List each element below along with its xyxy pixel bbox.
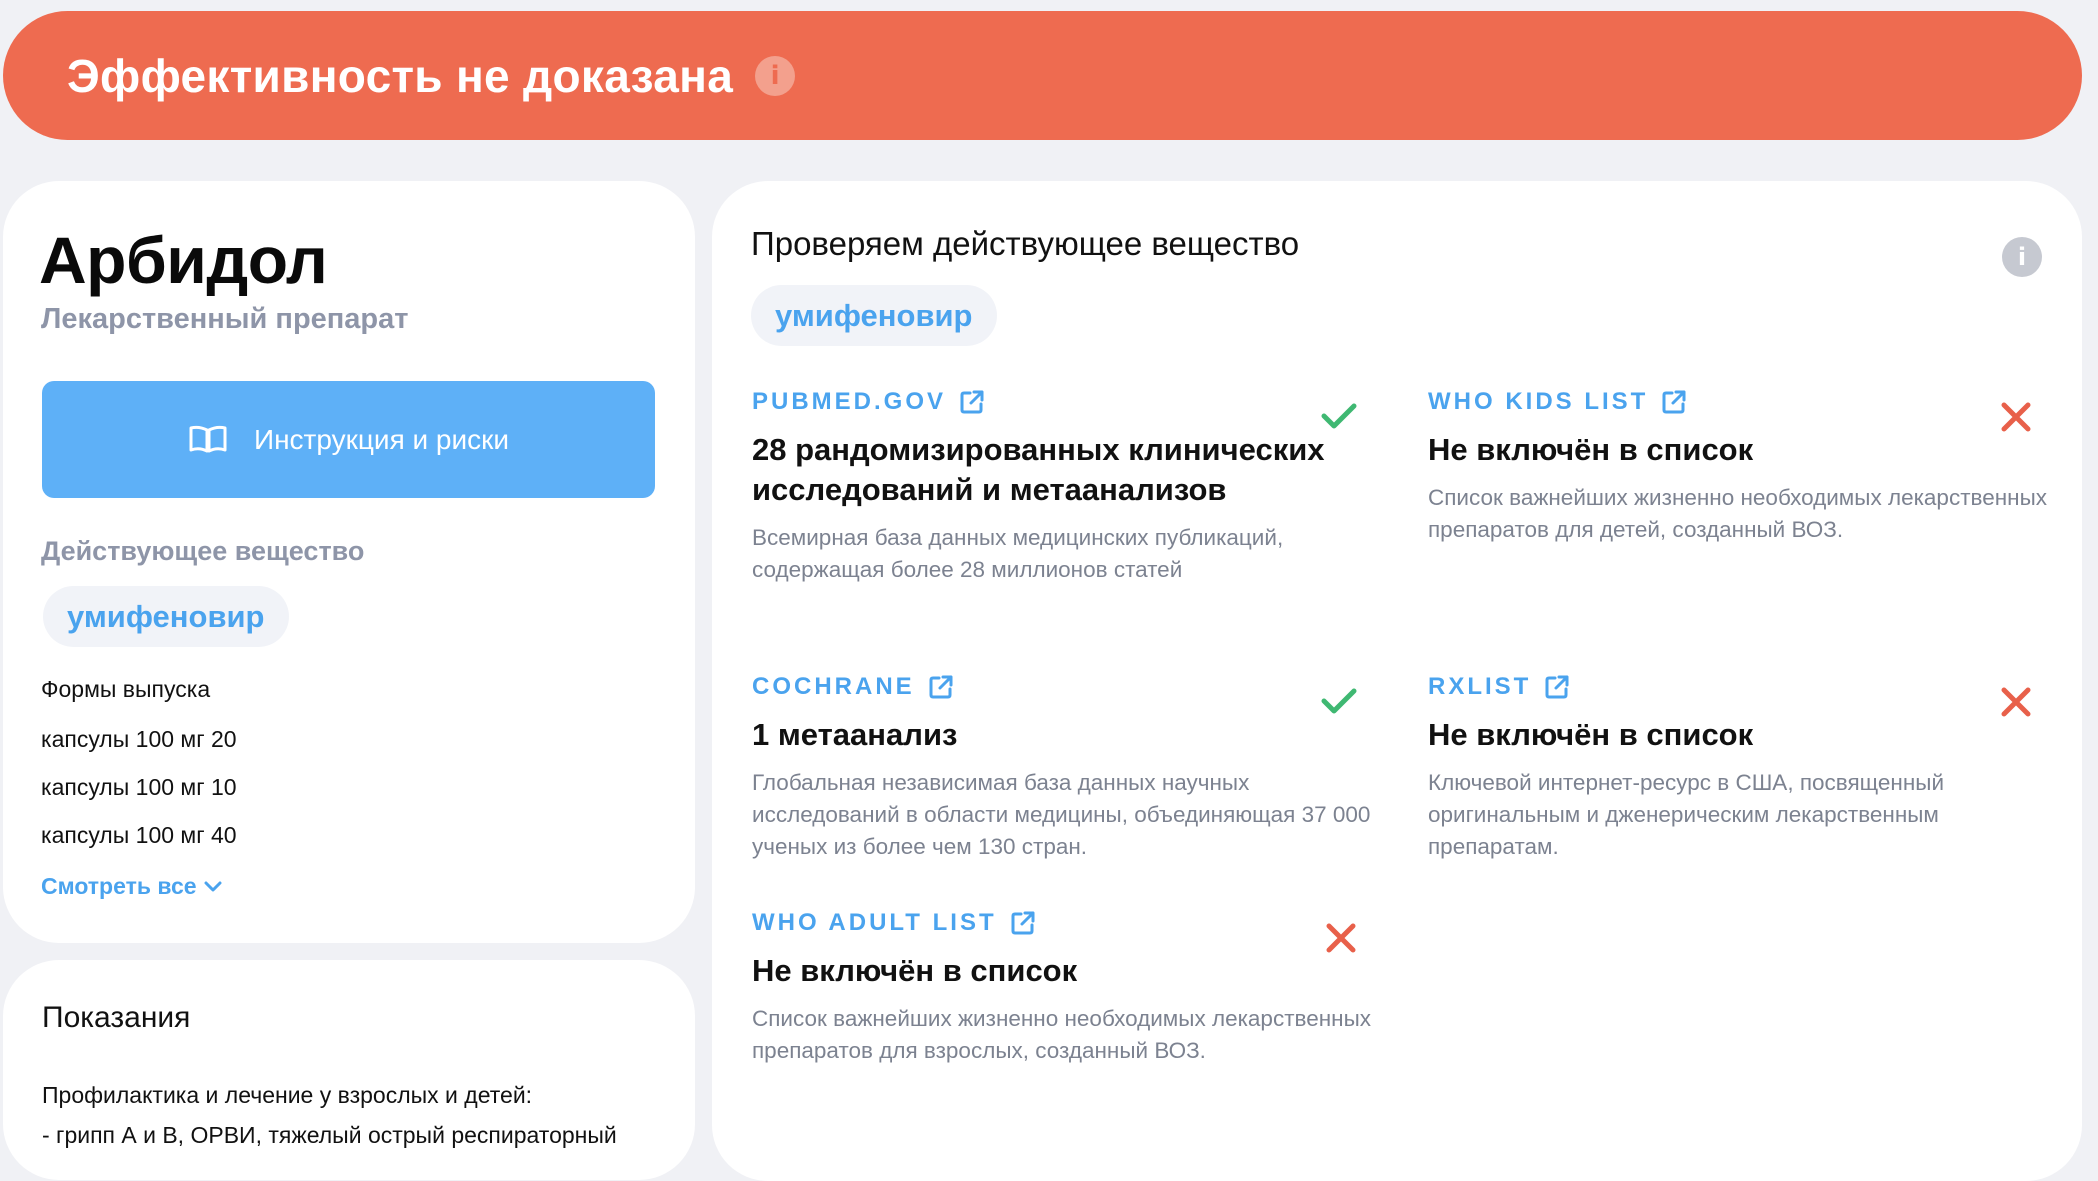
- source-headline: Не включён в список: [1428, 432, 1754, 467]
- instructions-button-label: Инструкция и риски: [253, 423, 510, 455]
- substance-label: Действующее вещество: [41, 536, 365, 566]
- checkmark-icon: [1321, 688, 1357, 714]
- external-link-icon: [1011, 911, 1035, 935]
- book-icon: [189, 425, 227, 452]
- source-description: Список важнейших жизненно необходимых ле…: [752, 1006, 1371, 1063]
- form-item: капсулы 100 мг 10: [41, 774, 237, 800]
- check-title: Проверяем действующее вещество: [751, 225, 1300, 262]
- cross-icon: [1326, 923, 1356, 953]
- source-name: COCHRANE: [752, 673, 915, 700]
- chevron-down-icon: [204, 881, 222, 891]
- source-link[interactable]: WHO KIDS LIST: [1428, 388, 2048, 416]
- source-description: Список важнейших жизненно необходимых ле…: [1428, 485, 2047, 542]
- source-headline: 28 рандомизированных клинических исследо…: [752, 432, 1325, 507]
- info-icon[interactable]: i: [2002, 237, 2042, 277]
- source-who-kids: WHO KIDS LIST Не включён в список Список…: [1428, 388, 2048, 546]
- instructions-button[interactable]: Инструкция и риски: [42, 381, 655, 498]
- source-description: Всемирная база данных медицинских публик…: [752, 525, 1284, 582]
- source-name: WHO KIDS LIST: [1428, 388, 1649, 415]
- indications-line: Профилактика и лечение у взрослых и дете…: [42, 1082, 533, 1108]
- info-icon[interactable]: i: [755, 55, 796, 96]
- source-link[interactable]: WHO ADULT LIST: [752, 909, 1372, 937]
- form-item: капсулы 100 мг 40: [41, 822, 237, 848]
- source-name: RXLIST: [1428, 673, 1532, 700]
- cross-icon: [2001, 402, 2031, 432]
- source-name: PUBMED.GOV: [752, 388, 947, 415]
- source-headline: Не включён в список: [752, 953, 1078, 988]
- source-link[interactable]: RXLIST: [1428, 673, 2048, 701]
- source-link[interactable]: PUBMED.GOV: [752, 388, 1372, 416]
- banner-title: Эффективность не доказана: [67, 49, 734, 102]
- source-who-adult: WHO ADULT LIST Не включён в список Списо…: [752, 909, 1372, 1067]
- source-pubmed: PUBMED.GOV 28 рандомизированных клиничес…: [752, 388, 1372, 586]
- forms-title: Формы выпуска: [41, 676, 211, 702]
- check-substance-pill[interactable]: умифеновир: [751, 285, 997, 346]
- drug-type: Лекарственный препарат: [41, 303, 409, 335]
- see-all-label: Смотреть все: [41, 873, 197, 899]
- source-cochrane: COCHRANE 1 метаанализ Глобальная независ…: [752, 673, 1372, 863]
- source-rxlist: RXLIST Не включён в список Ключевой инте…: [1428, 673, 2048, 863]
- source-headline: Не включён в список: [1428, 717, 1754, 752]
- see-all-link[interactable]: Смотреть все: [41, 873, 223, 900]
- external-link-icon: [929, 675, 953, 699]
- external-link-icon: [1545, 675, 1569, 699]
- source-name: WHO ADULT LIST: [752, 909, 997, 936]
- indications-line: - грипп А и В, ОРВИ, тяжелый острый респ…: [42, 1122, 617, 1148]
- source-description: Глобальная независимая база данных научн…: [752, 770, 1371, 859]
- indications-text: Профилактика и лечение у взрослых и дете…: [42, 1075, 672, 1155]
- efficacy-banner: Эффективность не доказана i: [3, 11, 2082, 140]
- external-link-icon: [960, 390, 984, 414]
- source-description: Ключевой интернет-ресурс в США, посвящен…: [1428, 770, 1945, 859]
- form-item: капсулы 100 мг 20: [41, 726, 237, 752]
- indications-title: Показания: [42, 1001, 191, 1034]
- drug-name: Арбидол: [39, 223, 328, 297]
- source-headline: 1 метаанализ: [752, 717, 958, 752]
- source-link[interactable]: COCHRANE: [752, 673, 1372, 701]
- substance-pill[interactable]: умифеновир: [43, 586, 289, 647]
- external-link-icon: [1662, 390, 1686, 414]
- cross-icon: [2001, 687, 2031, 717]
- checkmark-icon: [1321, 403, 1357, 429]
